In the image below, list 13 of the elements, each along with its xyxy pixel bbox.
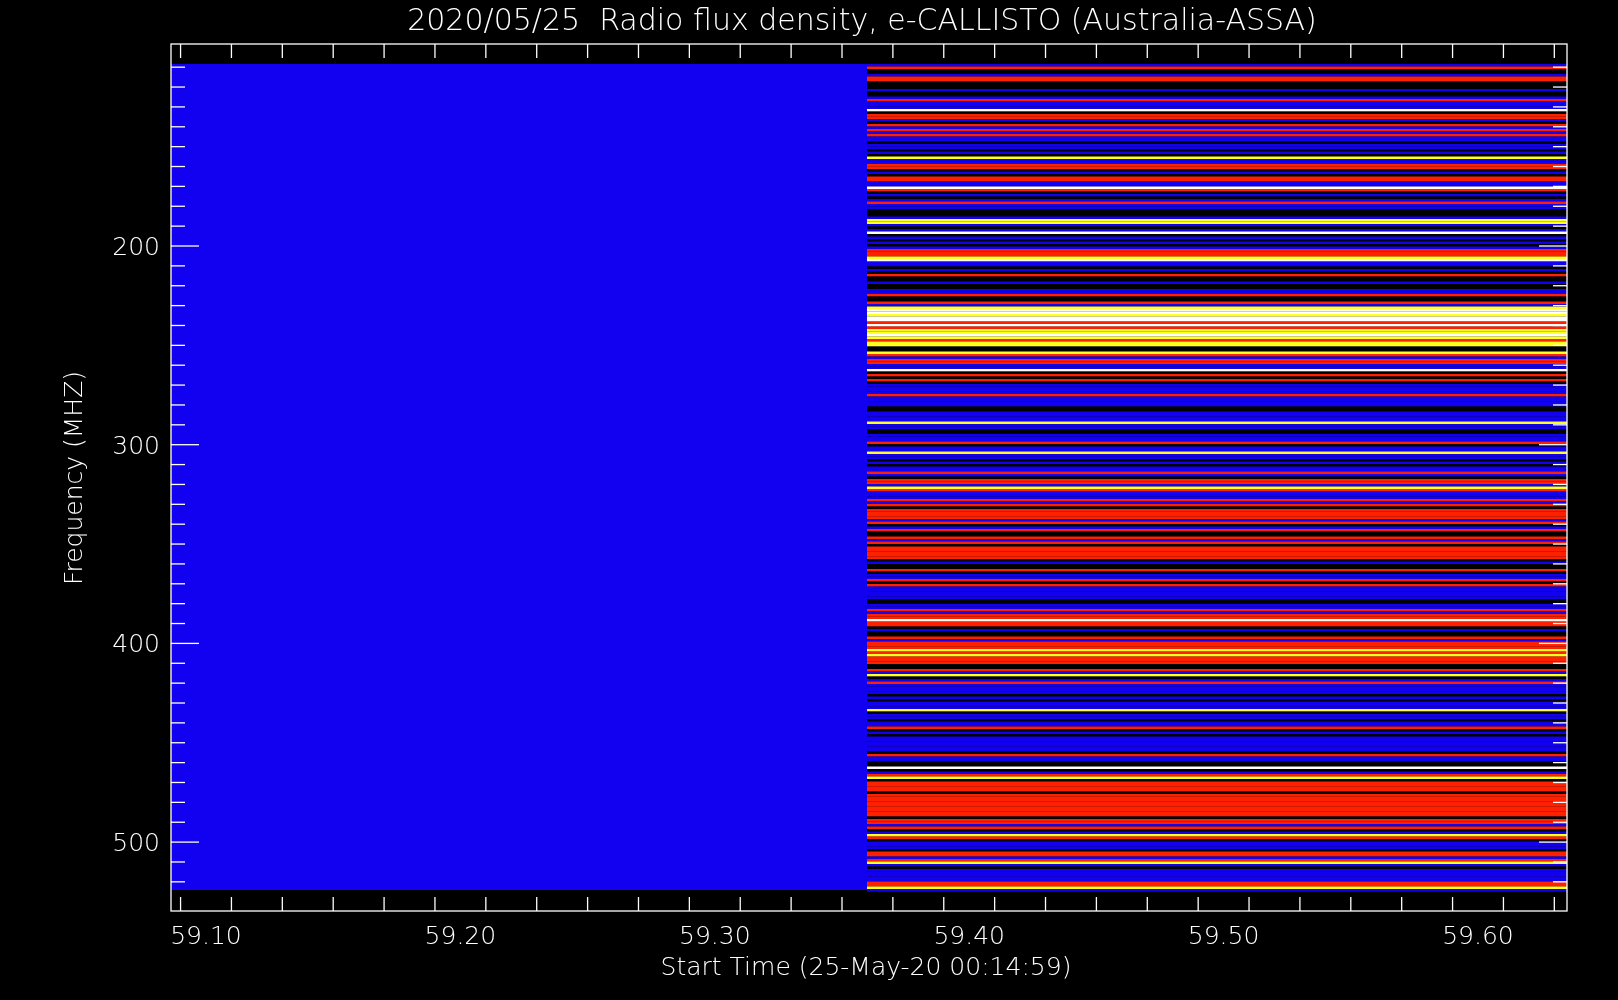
x-tick-label: 59.50 xyxy=(1187,921,1260,950)
x-tick-label: 59.30 xyxy=(679,921,751,950)
y-tick-label: 300 xyxy=(112,430,160,460)
y-axis-label: Frequency (MHZ) xyxy=(59,370,88,586)
x-tick-label: 59.60 xyxy=(1442,921,1514,950)
plot-title: 2020/05/25 Radio flux density, e-CALLISTO (Australia-ASSA) xyxy=(407,2,1317,37)
y-tick-label: 500 xyxy=(112,828,160,858)
y-tick-label: 400 xyxy=(112,629,160,659)
x-tick-label: 59.40 xyxy=(933,921,1005,950)
x-tick-label: 59.20 xyxy=(424,921,497,950)
x-axis-label: Start Time (25-May-20 00:14:59) xyxy=(660,952,1072,981)
x-tick-label: 59.10 xyxy=(170,921,242,950)
y-tick-label: 200 xyxy=(112,232,160,261)
